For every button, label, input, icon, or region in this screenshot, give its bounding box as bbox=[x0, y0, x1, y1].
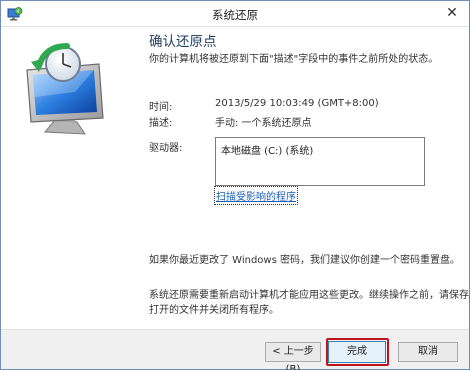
drives-label: 驱动器: bbox=[149, 143, 183, 154]
scan-affected-programs-link[interactable]: 扫描受影响的程序 bbox=[214, 186, 298, 205]
drives-list[interactable]: 本地磁盘 (C:) (系统) bbox=[215, 137, 425, 186]
monitor-restore-icon bbox=[15, 42, 125, 142]
restart-note-line-2: 打开的文件并关闭所有程序。 bbox=[149, 305, 279, 316]
button-bar: < 上一步(B) 完成 取消 bbox=[1, 329, 469, 370]
time-value: 2013/5/29 10:03:49 (GMT+8:00) bbox=[215, 98, 379, 109]
system-restore-window: 系统还原 ✕ 确认还原点 你的计算机将被还原到下面"描述"字段中的事件之前所处的… bbox=[0, 0, 470, 370]
list-item[interactable]: 本地磁盘 (C:) (系统) bbox=[221, 142, 313, 157]
restart-note-line-1: 系统还原需要重新启动计算机才能应用这些更改。继续操作之前，请保存所有 bbox=[149, 290, 470, 301]
restart-note: 系统还原需要重新启动计算机才能应用这些更改。继续操作之前，请保存所有 打开的文件… bbox=[149, 288, 470, 318]
description-label: 描述: bbox=[149, 118, 173, 129]
title-bar[interactable]: 系统还原 ✕ bbox=[1, 1, 469, 27]
intro-text: 你的计算机将被还原到下面"描述"字段中的事件之前所处的状态。 bbox=[149, 54, 439, 65]
restore-content: 确认还原点 你的计算机将被还原到下面"描述"字段中的事件之前所处的状态。 时间:… bbox=[137, 28, 470, 329]
password-reset-note: 如果你最近更改了 Windows 密码，我们建议你创建一个密码重置盘。 bbox=[149, 255, 460, 266]
finish-button[interactable]: 完成 bbox=[328, 341, 386, 363]
page-title: 确认还原点 bbox=[149, 34, 217, 50]
illustration-pane bbox=[1, 28, 137, 329]
time-label: 时间: bbox=[149, 102, 173, 113]
close-button[interactable]: ✕ bbox=[443, 5, 461, 21]
description-value: 手动: 一个系统还原点 bbox=[215, 118, 312, 129]
window-title: 系统还原 bbox=[212, 8, 258, 22]
cancel-button[interactable]: 取消 bbox=[398, 342, 458, 362]
back-button[interactable]: < 上一步(B) bbox=[265, 342, 321, 370]
